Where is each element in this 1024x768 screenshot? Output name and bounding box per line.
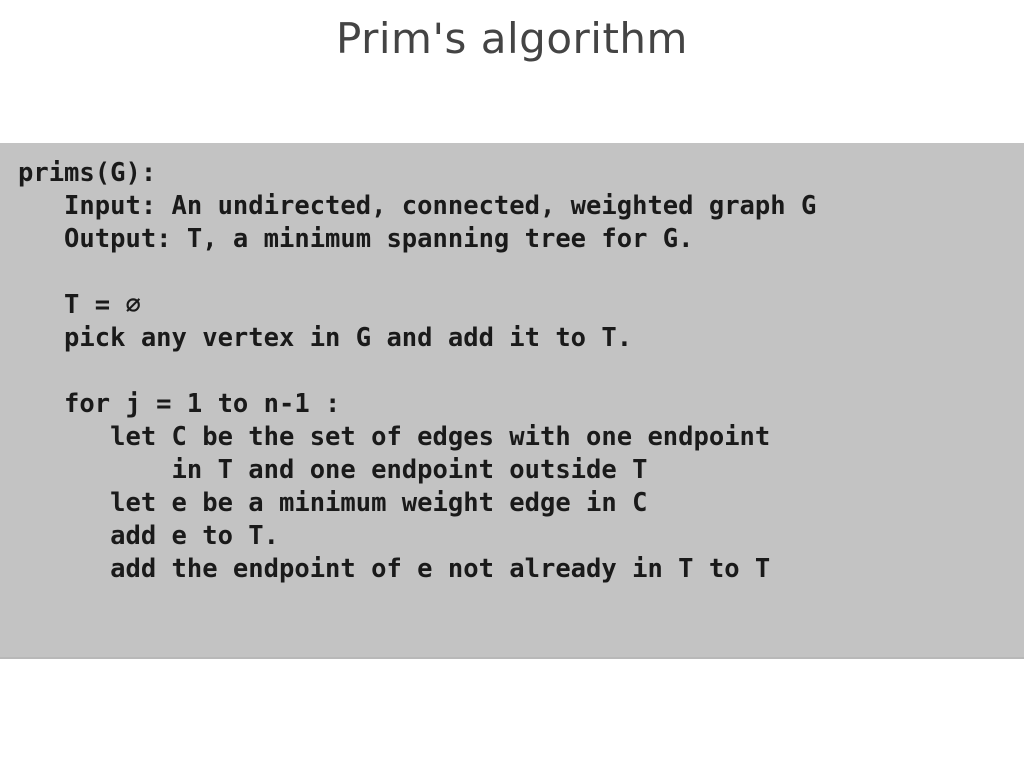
code-line: add e to T. [18,521,279,551]
code-line: Output: T, a minimum spanning tree for G… [18,224,694,254]
code-line: add the endpoint of e not already in T t… [18,554,771,584]
code-line: pick any vertex in G and add it to T. [18,323,633,353]
code-line: let e be a minimum weight edge in C [18,488,648,518]
code-line: Input: An undirected, connected, weighte… [18,191,817,221]
slide-root: Prim's algorithm prims(G): Input: An und… [0,0,1024,768]
page-title: Prim's algorithm [336,14,688,63]
code-line: prims(G): [18,158,157,188]
code-line: for j = 1 to n-1 : [18,389,341,419]
pseudocode-panel: prims(G): Input: An undirected, connecte… [0,143,1024,659]
code-line: let C be the set of edges with one endpo… [18,422,771,452]
pseudocode-block: prims(G): Input: An undirected, connecte… [18,157,816,586]
code-line: T = ∅ [18,290,141,320]
code-line: in T and one endpoint outside T [18,455,648,485]
